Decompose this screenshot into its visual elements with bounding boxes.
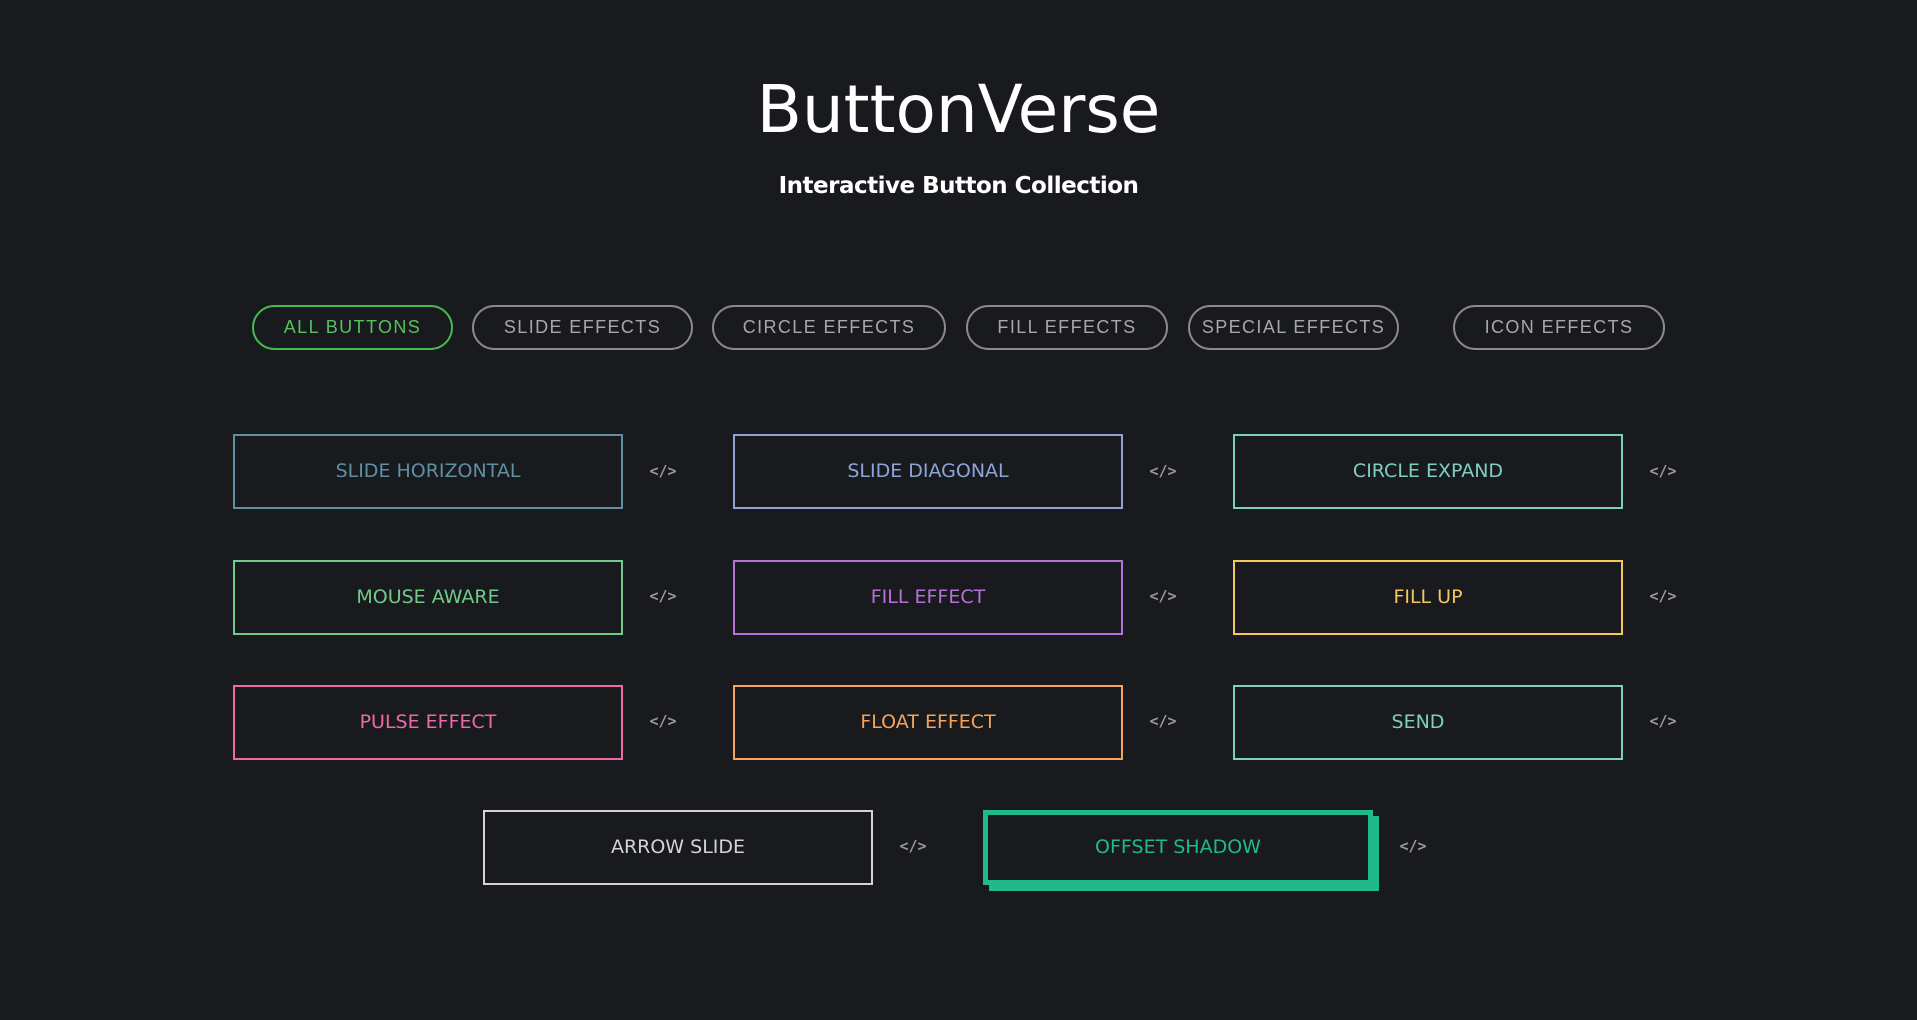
send-button[interactable]: SEND (1233, 685, 1623, 760)
mouse-aware-button[interactable]: MOUSE AWARE (233, 560, 623, 635)
arrow-slide-button[interactable]: ARROW SLIDE (483, 810, 873, 885)
filter-fill-effects[interactable]: FILL EFFECTS (966, 305, 1168, 350)
filter-special-effects[interactable]: SPECIAL EFFECTS (1188, 305, 1399, 350)
slide-diagonal-button[interactable]: SLIDE DIAGONAL (733, 434, 1123, 509)
slide-horizontal-button[interactable]: SLIDE HORIZONTAL (233, 434, 623, 509)
pulse-effect-button[interactable]: PULSE EFFECT (233, 685, 623, 760)
filter-all-buttons[interactable]: ALL BUTTONS (252, 305, 453, 350)
code-icon[interactable]: </> (1648, 584, 1678, 608)
filter-circle-effects[interactable]: CIRCLE EFFECTS (712, 305, 946, 350)
float-effect-button[interactable]: FLOAT EFFECT (733, 685, 1123, 760)
filter-slide-effects[interactable]: SLIDE EFFECTS (472, 305, 693, 350)
code-icon[interactable]: </> (1648, 709, 1678, 733)
circle-expand-button[interactable]: CIRCLE EXPAND (1233, 434, 1623, 509)
code-icon[interactable]: </> (648, 459, 678, 483)
code-icon[interactable]: </> (648, 709, 678, 733)
fill-up-button[interactable]: FILL UP (1233, 560, 1623, 635)
code-icon[interactable]: </> (648, 584, 678, 608)
code-icon[interactable]: </> (1148, 709, 1178, 733)
page-subtitle: Interactive Button Collection (778, 173, 1139, 199)
code-icon[interactable]: </> (1148, 584, 1178, 608)
offset-shadow-button[interactable]: OFFSET SHADOW (983, 810, 1373, 885)
page-title: ButtonVerse (756, 71, 1161, 148)
filter-bar: ALL BUTTONS SLIDE EFFECTS CIRCLE EFFECTS… (0, 305, 1917, 350)
page: ButtonVerse Interactive Button Collectio… (0, 0, 1917, 1020)
code-icon[interactable]: </> (1648, 459, 1678, 483)
code-icon[interactable]: </> (1148, 459, 1178, 483)
code-icon[interactable]: </> (1398, 834, 1428, 858)
filter-icon-effects[interactable]: ICON EFFECTS (1453, 305, 1665, 350)
code-icon[interactable]: </> (898, 834, 928, 858)
fill-effect-button[interactable]: FILL EFFECT (733, 560, 1123, 635)
